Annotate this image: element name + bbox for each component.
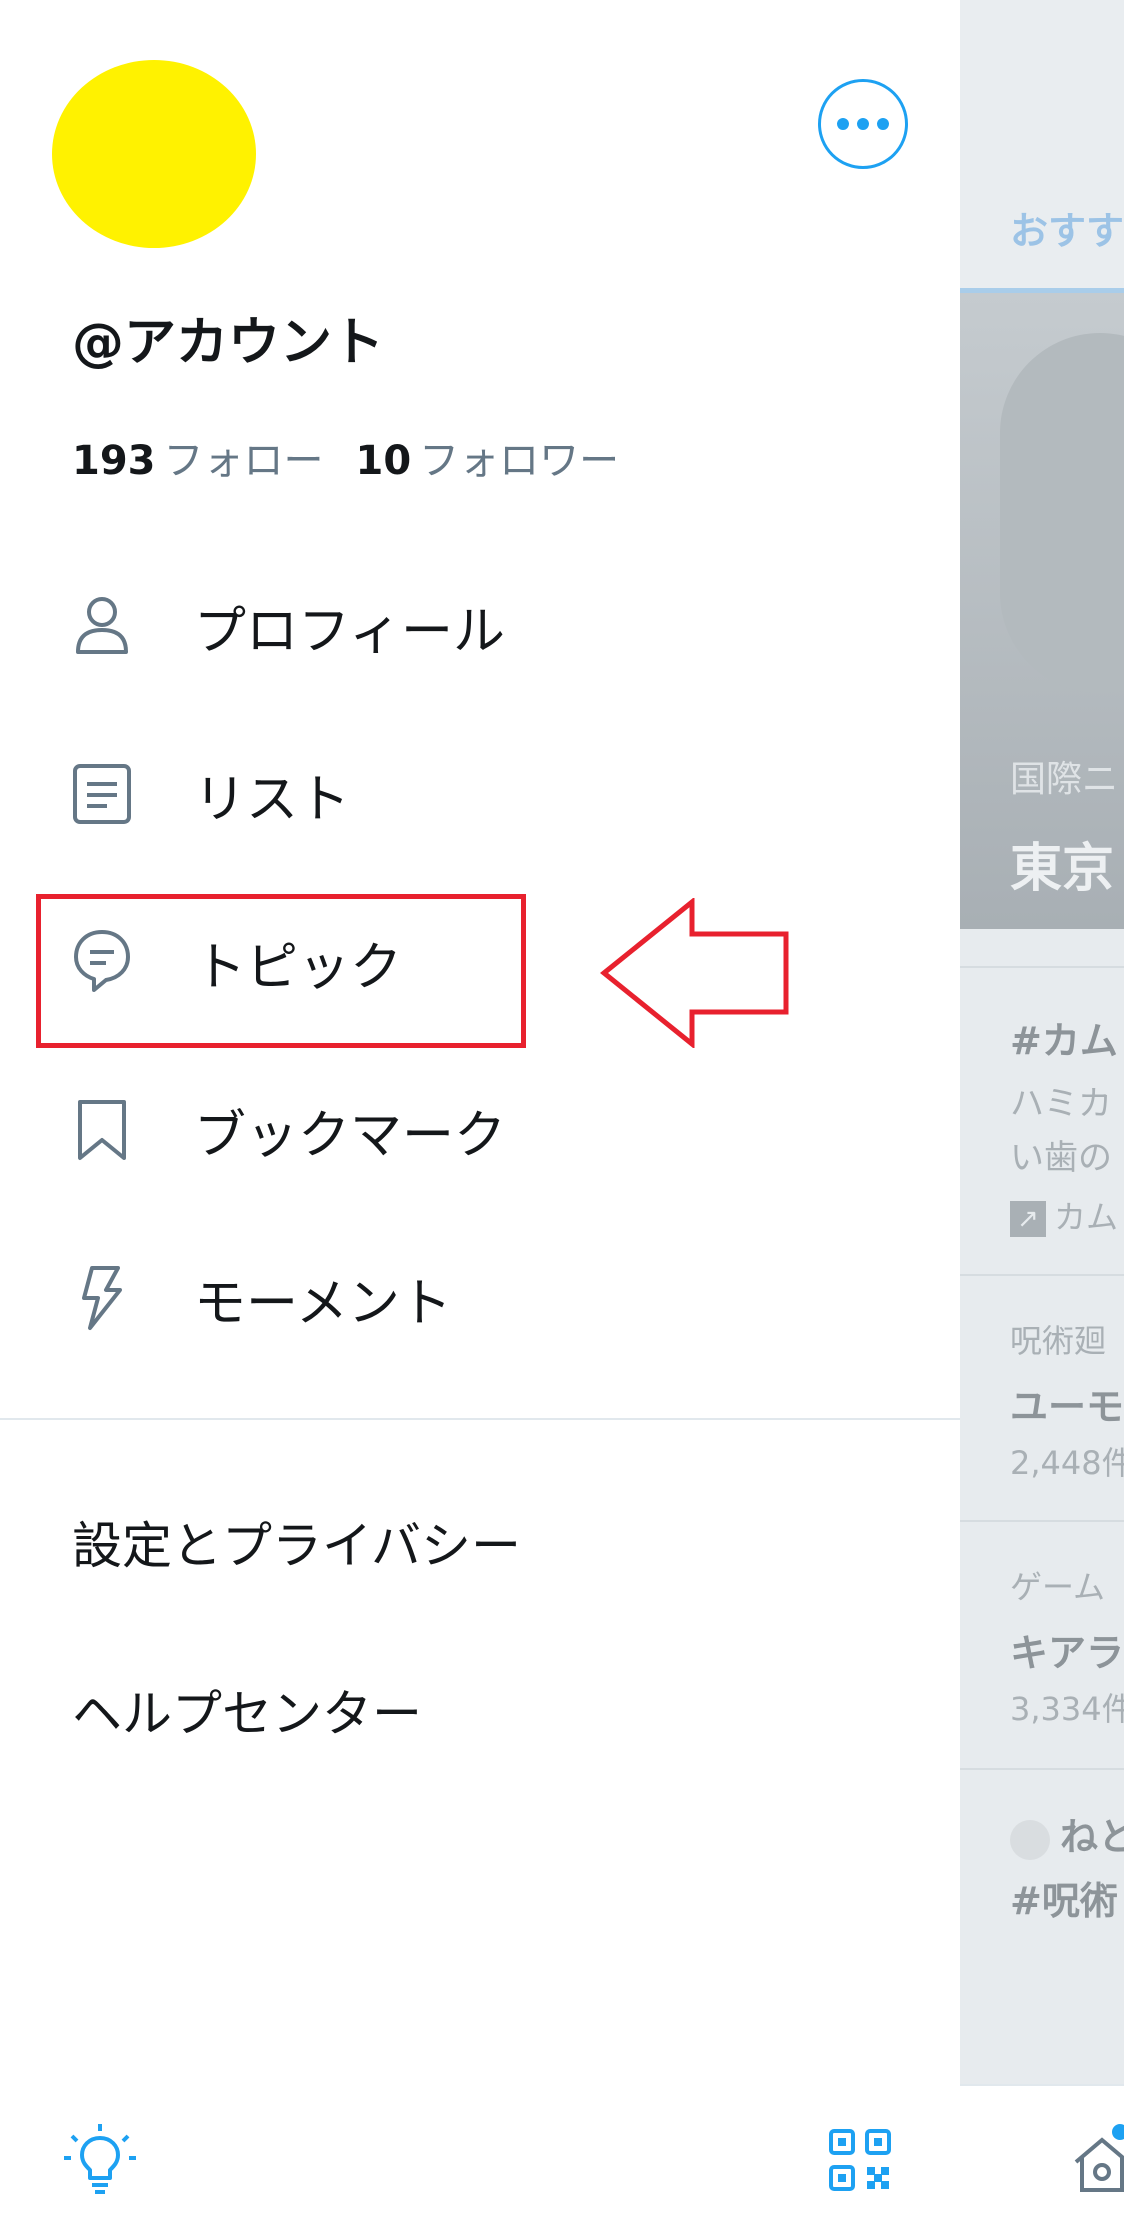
- trend-category: 呪術廻: [1010, 1322, 1107, 1360]
- following-label: フォロー: [163, 438, 324, 484]
- trend-description: ハミカ: [1010, 1084, 1112, 1124]
- menu-divider: [0, 1418, 960, 1420]
- tab-recommended[interactable]: おすす: [1010, 200, 1124, 255]
- user-avatar: [1010, 1819, 1050, 1860]
- bookmark-icon: [66, 1094, 138, 1166]
- trend-user[interactable]: ねと: [1010, 1806, 1124, 1861]
- background-timeline: おすす 国際ニ 東京 #カム ハミカ い歯の ↗ カム 呪術廻 ユーモ 2,448…: [960, 0, 1124, 2237]
- trend-title[interactable]: #カム: [1010, 1010, 1118, 1065]
- menu-item-label: ブックマーク: [194, 1105, 507, 1166]
- hero-title: 東京: [1010, 839, 1115, 899]
- hero-image: [1000, 333, 1124, 693]
- menu-item-label: リスト: [194, 769, 351, 830]
- trend-description: い歯の: [1010, 1138, 1112, 1178]
- feed-divider: [960, 966, 1124, 968]
- navigation-drawer: @アカウント 193 フォロー 10 フォロワー プロフィール リスト トピック…: [0, 0, 960, 2237]
- trend-link[interactable]: ↗ カム: [1010, 1192, 1118, 1238]
- menu-item-lists[interactable]: リスト: [0, 724, 960, 864]
- followers-label: フォロワー: [419, 438, 620, 484]
- more-options-button[interactable]: [818, 79, 908, 169]
- feed-divider: [960, 1520, 1124, 1522]
- menu-item-profile[interactable]: プロフィール: [0, 556, 960, 696]
- menu-item-label: プロフィール: [194, 601, 505, 662]
- trend-link-label: カム: [1054, 1198, 1119, 1236]
- account-handle[interactable]: @アカウント: [72, 300, 384, 375]
- link-arrow-icon: ↗: [1010, 1201, 1046, 1237]
- trend-category: ゲーム: [1010, 1568, 1106, 1606]
- left-arrow-annotation: [600, 898, 789, 1048]
- highlight-box: [36, 894, 526, 1048]
- menu-item-label: モーメント: [194, 1273, 452, 1334]
- follow-stats: 193 フォロー 10 フォロワー: [72, 428, 619, 486]
- qr-code-icon[interactable]: [828, 2128, 892, 2192]
- trend-count: 2,448件: [1010, 1444, 1124, 1482]
- home-icon[interactable]: [1070, 2132, 1124, 2196]
- trend-title[interactable]: キアラ: [1010, 1622, 1124, 1677]
- hero-category: 国際ニ: [1010, 759, 1119, 800]
- feed-divider: [960, 1274, 1124, 1276]
- menu-item-bookmarks[interactable]: ブックマーク: [0, 1060, 960, 1200]
- lightbulb-icon[interactable]: [62, 2122, 138, 2198]
- settings-and-privacy[interactable]: 設定とプライバシー: [72, 1506, 521, 1578]
- trend-count: 3,334件: [1010, 1690, 1124, 1728]
- feed-divider: [960, 1768, 1124, 1770]
- list-icon: [66, 758, 138, 830]
- avatar[interactable]: [52, 60, 256, 248]
- person-icon: [66, 590, 138, 662]
- ellipsis-icon: [837, 118, 889, 130]
- trend-title[interactable]: #呪術: [1010, 1870, 1118, 1925]
- following-link[interactable]: 193 フォロー: [72, 438, 324, 484]
- menu-item-moments[interactable]: モーメント: [0, 1228, 960, 1368]
- bottom-tab-bar: [960, 2084, 1124, 2237]
- lightning-icon: [66, 1262, 138, 1334]
- trend-title[interactable]: ユーモ: [1010, 1376, 1124, 1431]
- trend-user-name: ねと: [1060, 1815, 1124, 1859]
- followers-count: 10: [355, 438, 412, 484]
- help-center[interactable]: ヘルプセンター: [72, 1674, 422, 1746]
- notification-dot: [1112, 2124, 1124, 2140]
- following-count: 193: [72, 438, 156, 484]
- followers-link[interactable]: 10 フォロワー: [356, 438, 620, 484]
